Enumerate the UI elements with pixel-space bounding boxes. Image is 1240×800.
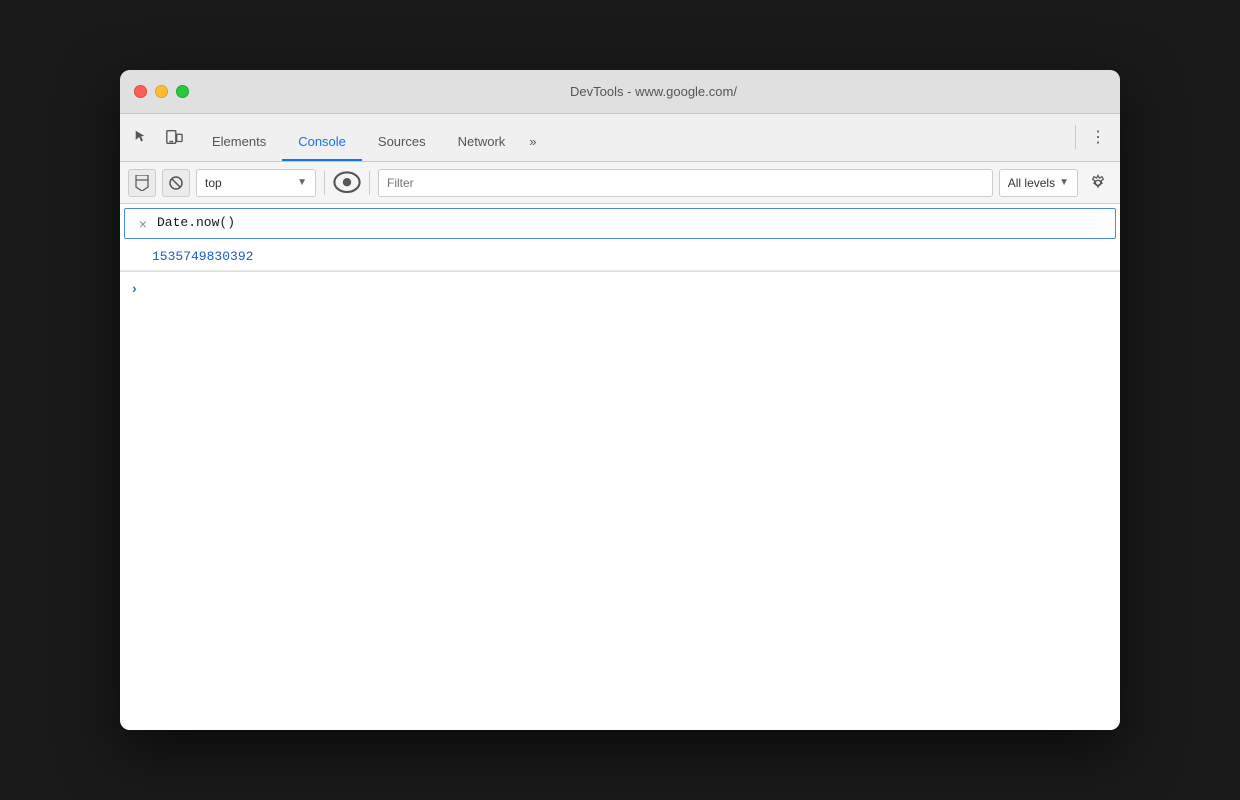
toolbar-divider-2 (369, 171, 370, 195)
settings-button[interactable] (1084, 169, 1112, 197)
divider (1075, 125, 1076, 149)
minimize-button[interactable] (155, 85, 168, 98)
device-mode-icon[interactable] (160, 123, 188, 151)
inspect-icon[interactable] (128, 123, 156, 151)
clear-entry-icon[interactable]: × (133, 216, 153, 232)
context-value: top (205, 176, 293, 190)
window-title: DevTools - www.google.com/ (201, 84, 1106, 99)
context-selector[interactable]: top ▼ (196, 169, 316, 197)
block-icon[interactable] (162, 169, 190, 197)
devtools-window: DevTools - www.google.com/ Elements Cons (120, 70, 1120, 730)
log-levels-selector[interactable]: All levels ▼ (999, 169, 1078, 197)
tab-bar-left-icons (128, 123, 188, 161)
console-prompt-row: › (120, 272, 1120, 304)
maximize-button[interactable] (176, 85, 189, 98)
toolbar-divider (324, 171, 325, 195)
more-options-button[interactable]: ⋮ (1084, 123, 1112, 151)
more-tabs-button[interactable]: » (521, 124, 544, 161)
title-bar: DevTools - www.google.com/ (120, 70, 1120, 114)
tabs: Elements Console Sources Network » (196, 124, 1071, 161)
console-result-text: 1535749830392 (152, 249, 1112, 264)
clear-console-button[interactable] (128, 169, 156, 197)
console-command-text[interactable]: Date.now() (157, 215, 1107, 230)
tab-console[interactable]: Console (282, 124, 362, 161)
toolbar: top ▼ All levels ▼ (120, 162, 1120, 204)
levels-arrow-icon: ▼ (1059, 177, 1069, 188)
context-arrow-icon: ▼ (297, 177, 307, 188)
console-output-entry: 1535749830392 (120, 243, 1120, 271)
traffic-lights (134, 85, 189, 98)
tab-network[interactable]: Network (442, 124, 522, 161)
x-icon: × (139, 216, 147, 232)
tab-elements[interactable]: Elements (196, 124, 282, 161)
watch-expressions-button[interactable] (333, 169, 361, 197)
levels-label: All levels (1008, 176, 1055, 190)
console-input[interactable] (145, 281, 1108, 296)
console-content: × Date.now() 1535749830392 › (120, 204, 1120, 730)
prompt-chevron-icon: › (132, 280, 137, 296)
filter-input[interactable] (378, 169, 993, 197)
console-input-entry: × Date.now() (124, 208, 1116, 239)
ellipsis-icon: ⋮ (1090, 127, 1106, 147)
tab-sources[interactable]: Sources (362, 124, 442, 161)
tab-bar: Elements Console Sources Network » ⋮ (120, 114, 1120, 162)
close-button[interactable] (134, 85, 147, 98)
tab-bar-right: ⋮ (1071, 123, 1112, 161)
